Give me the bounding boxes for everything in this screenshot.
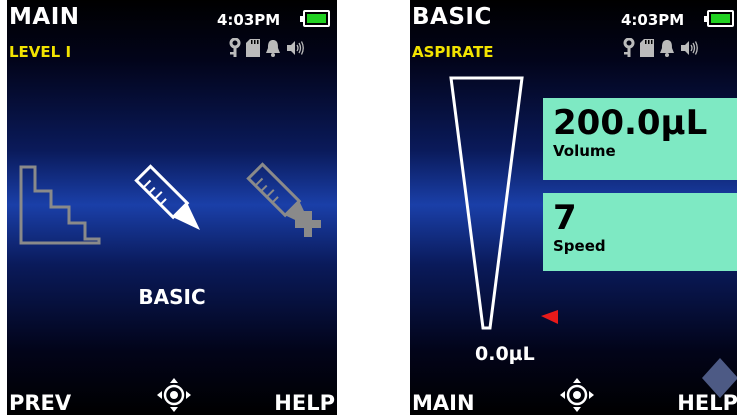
pipette-plus-icon[interactable] — [243, 158, 327, 250]
status-icons — [229, 38, 304, 58]
current-volume: 0.0µL — [475, 343, 535, 365]
mode-step-label: ASPIRATE — [412, 43, 494, 61]
selected-mode-label: BASIC — [138, 285, 206, 309]
volume-marker-icon — [541, 310, 558, 324]
basic-pipette-icon[interactable] — [131, 160, 211, 242]
navigation-joystick-icon[interactable] — [157, 378, 191, 412]
bell-icon — [660, 40, 674, 57]
key-icon — [229, 38, 241, 57]
navigation-joystick-icon[interactable] — [560, 378, 594, 412]
basic-aspirate-screen: BASIC ASPIRATE 4:03PM 0.0µL 200.0µL Volu… — [410, 0, 737, 415]
main-button[interactable]: MAIN — [412, 391, 475, 415]
level-label: LEVEL I — [9, 43, 72, 61]
sd-card-icon — [246, 39, 260, 57]
speaker-icon — [287, 41, 304, 55]
speaker-icon — [681, 41, 698, 55]
stepper-mode-icon[interactable] — [19, 165, 101, 245]
volume-setting[interactable]: 200.0µL Volume — [543, 98, 737, 180]
screen-title: MAIN — [9, 4, 80, 30]
main-screen: MAIN LEVEL I 4:03PM BASIC PREV HELP — [7, 0, 337, 415]
speed-setting[interactable]: 7 Speed — [543, 193, 737, 271]
help-button[interactable]: HELP — [677, 391, 737, 415]
speed-value: 7 — [553, 198, 577, 238]
screen-title: BASIC — [412, 4, 492, 30]
volume-label: Volume — [553, 142, 616, 160]
speed-label: Speed — [553, 237, 606, 255]
prev-button[interactable]: PREV — [9, 391, 71, 415]
help-button[interactable]: HELP — [274, 391, 335, 415]
volume-value: 200.0µL — [553, 103, 708, 143]
sd-card-icon — [640, 39, 654, 57]
tip-volume-gauge — [449, 76, 558, 330]
battery-icon — [300, 10, 330, 27]
battery-icon — [704, 10, 734, 27]
key-icon — [623, 38, 635, 57]
clock-time: 4:03PM — [621, 11, 685, 29]
status-icons — [623, 38, 698, 58]
clock-time: 4:03PM — [217, 11, 281, 29]
bell-icon — [266, 40, 280, 57]
